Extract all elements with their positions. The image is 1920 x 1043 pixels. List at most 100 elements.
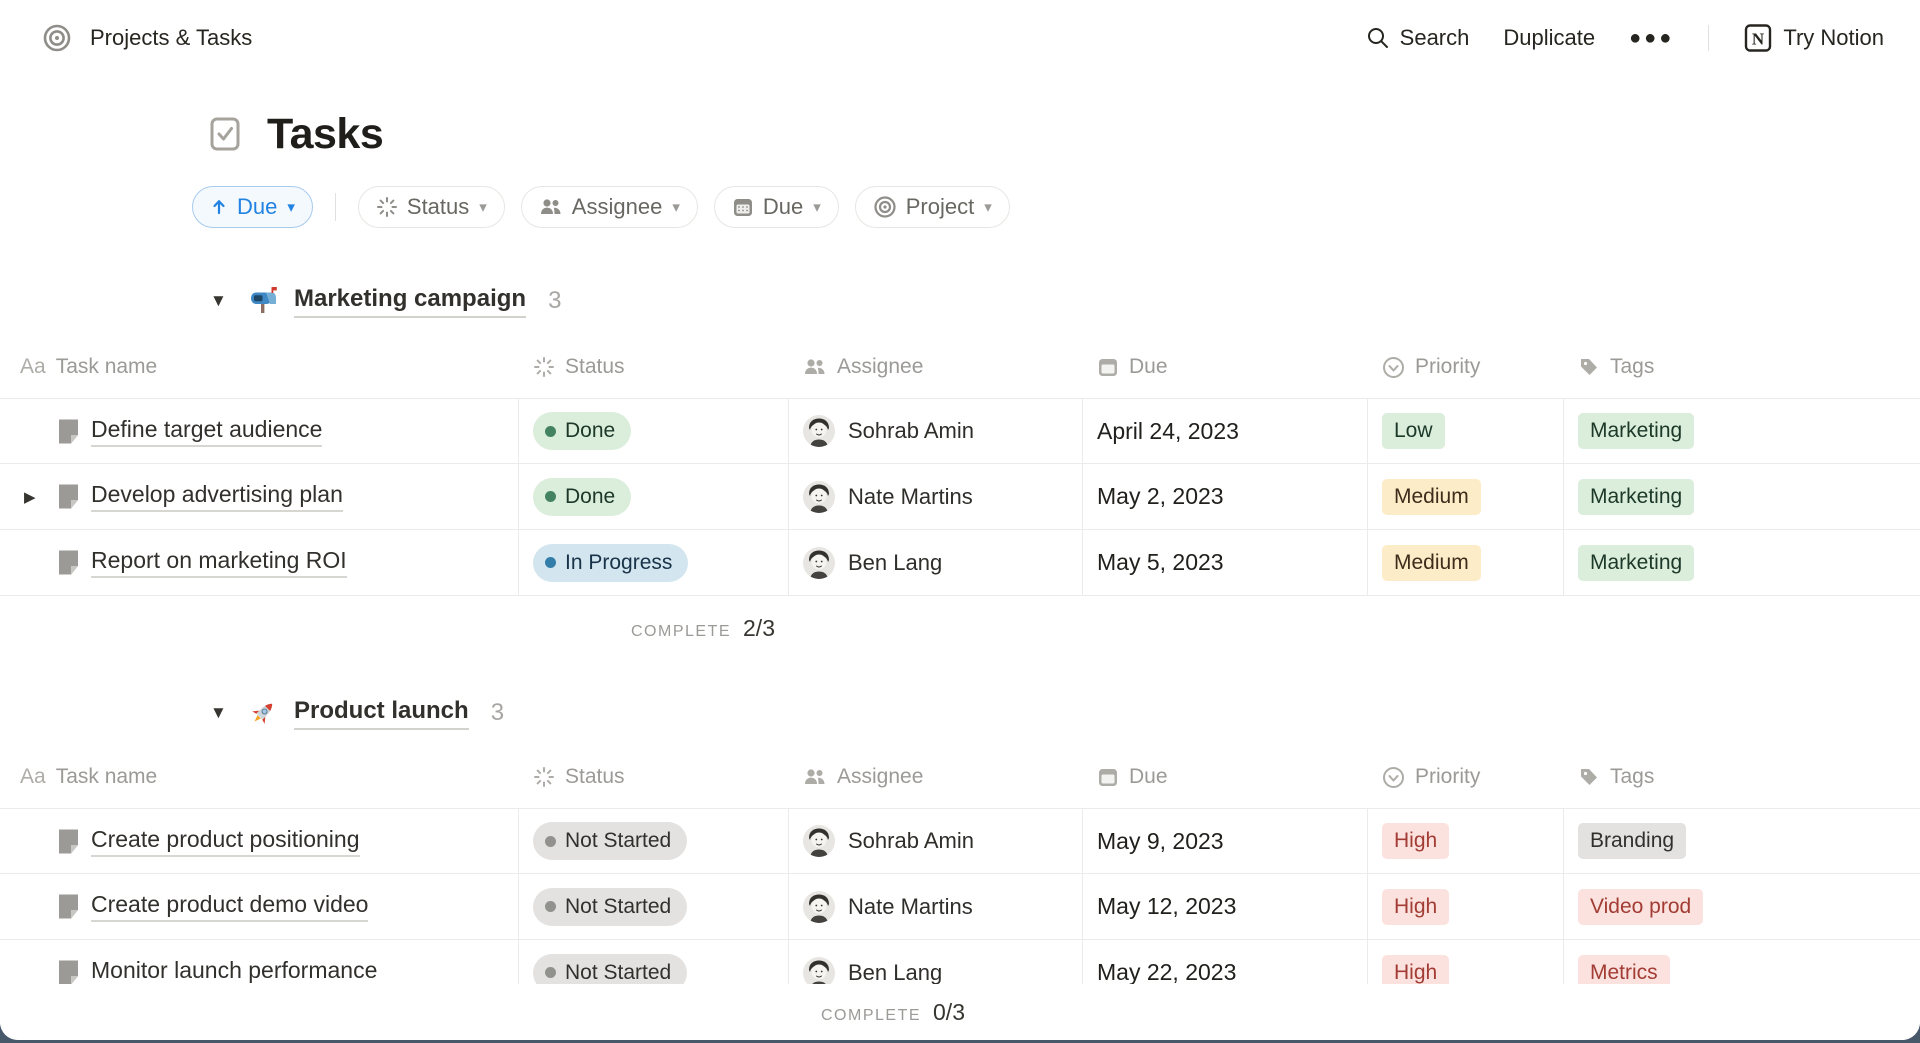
priority-cell[interactable]: High bbox=[1368, 809, 1564, 873]
rocket-emoji-icon bbox=[248, 698, 278, 728]
task-name-cell[interactable]: ▶ Create product demo video bbox=[0, 874, 519, 939]
priority-tag[interactable]: Low bbox=[1382, 413, 1445, 449]
filter-due-button[interactable]: Due ▾ bbox=[714, 186, 839, 228]
priority-cell[interactable]: High bbox=[1368, 874, 1564, 939]
duplicate-button[interactable]: Duplicate bbox=[1503, 25, 1595, 51]
task-name[interactable]: Report on marketing ROI bbox=[91, 547, 347, 578]
column-header-assignee[interactable]: Assignee bbox=[789, 746, 1083, 808]
tag[interactable]: Branding bbox=[1578, 823, 1686, 859]
column-header-status[interactable]: Status bbox=[519, 746, 789, 808]
status-pill[interactable]: Not Started bbox=[533, 888, 687, 926]
page-title[interactable]: Tasks bbox=[267, 110, 383, 159]
status-spinner-icon bbox=[533, 766, 555, 788]
status-cell[interactable]: In Progress bbox=[519, 530, 789, 595]
status-cell[interactable]: Done bbox=[519, 464, 789, 529]
task-name-cell[interactable]: ▶ Create product positioning bbox=[0, 809, 519, 873]
task-name-cell[interactable]: ▶ Report on marketing ROI bbox=[0, 530, 519, 595]
assignee-cell[interactable]: Nate Martins bbox=[789, 874, 1083, 939]
column-header-priority[interactable]: Priority bbox=[1368, 336, 1564, 398]
group-collapse-icon[interactable]: ▼ bbox=[210, 291, 232, 311]
text-aa-icon: Aa bbox=[20, 355, 46, 379]
status-pill[interactable]: Done bbox=[533, 412, 631, 450]
assignee-cell[interactable]: Ben Lang bbox=[789, 530, 1083, 595]
due-cell[interactable]: May 12, 2023 bbox=[1083, 874, 1368, 939]
assignee-cell[interactable]: Nate Martins bbox=[789, 464, 1083, 529]
due-cell[interactable]: May 2, 2023 bbox=[1083, 464, 1368, 529]
tags-cell[interactable]: Video prod bbox=[1564, 874, 1920, 939]
due-cell[interactable]: May 9, 2023 bbox=[1083, 809, 1368, 873]
task-name[interactable]: Create product positioning bbox=[91, 826, 360, 857]
table-row[interactable]: ▶ Define target audience Done bbox=[0, 398, 1920, 464]
task-name-cell[interactable]: ▶ Define target audience bbox=[0, 399, 519, 463]
row-expand-toggle-icon[interactable]: ▶ bbox=[24, 488, 44, 506]
assignee-name: Nate Martins bbox=[848, 484, 973, 510]
status-pill[interactable]: In Progress bbox=[533, 544, 688, 582]
tags-cell[interactable]: Marketing bbox=[1564, 530, 1920, 595]
due-cell[interactable]: April 24, 2023 bbox=[1083, 399, 1368, 463]
tags-cell[interactable]: Marketing bbox=[1564, 399, 1920, 463]
task-name[interactable]: Define target audience bbox=[91, 416, 322, 447]
tag[interactable]: Marketing bbox=[1578, 413, 1694, 449]
group-calc-row: COMPLETE 2/3 bbox=[0, 596, 1920, 660]
due-date: May 2, 2023 bbox=[1097, 483, 1224, 510]
table-row[interactable]: ▶ Report on marketing ROI In Progress bbox=[0, 530, 1920, 596]
tag[interactable]: Video prod bbox=[1578, 889, 1703, 925]
column-header-due[interactable]: Due bbox=[1083, 336, 1368, 398]
priority-cell[interactable]: Medium bbox=[1368, 530, 1564, 595]
column-header-tags[interactable]: Tags bbox=[1564, 746, 1920, 808]
task-name[interactable]: Create product demo video bbox=[91, 891, 368, 922]
priority-tag[interactable]: Medium bbox=[1382, 479, 1481, 515]
status-pill[interactable]: Done bbox=[533, 478, 631, 516]
column-header-status[interactable]: Status bbox=[519, 336, 789, 398]
group-title[interactable]: Marketing campaign bbox=[294, 285, 526, 318]
due-cell[interactable]: May 5, 2023 bbox=[1083, 530, 1368, 595]
column-header-task-name[interactable]: Aa Task name bbox=[0, 746, 519, 808]
due-date: May 5, 2023 bbox=[1097, 549, 1224, 576]
breadcrumb-page-title[interactable]: Projects & Tasks bbox=[90, 25, 252, 51]
due-date: April 24, 2023 bbox=[1097, 418, 1239, 445]
try-notion-button[interactable]: N Try Notion bbox=[1743, 23, 1884, 53]
status-cell[interactable]: Not Started bbox=[519, 809, 789, 873]
tags-cell[interactable]: Branding bbox=[1564, 809, 1920, 873]
page-icon bbox=[56, 828, 81, 855]
filter-status-button[interactable]: Status ▾ bbox=[358, 186, 505, 228]
task-name-cell[interactable]: ▶ Develop advertising plan bbox=[0, 464, 519, 529]
column-header-tags[interactable]: Tags bbox=[1564, 336, 1920, 398]
assignee-cell[interactable]: Sohrab Amin bbox=[789, 809, 1083, 873]
more-options-icon[interactable]: ●●● bbox=[1629, 27, 1674, 50]
top-bar: Projects & Tasks Search Duplicate ●●● bbox=[0, 0, 1920, 76]
priority-tag[interactable]: High bbox=[1382, 889, 1449, 925]
table-row[interactable]: ▶ Develop advertising plan Done bbox=[0, 464, 1920, 530]
table-row[interactable]: ▶ Create product positioning Not Started bbox=[0, 808, 1920, 874]
search-button[interactable]: Search bbox=[1366, 25, 1470, 51]
column-header-priority[interactable]: Priority bbox=[1368, 746, 1564, 808]
group-count: 3 bbox=[491, 699, 504, 727]
status-label: Done bbox=[565, 485, 615, 509]
status-cell[interactable]: Not Started bbox=[519, 874, 789, 939]
filter-assignee-button[interactable]: Assignee ▾ bbox=[521, 186, 698, 228]
priority-cell[interactable]: Medium bbox=[1368, 464, 1564, 529]
status-pill[interactable]: Not Started bbox=[533, 822, 687, 860]
complete-count[interactable]: COMPLETE 0/3 bbox=[821, 999, 979, 1026]
status-cell[interactable]: Done bbox=[519, 399, 789, 463]
task-name[interactable]: Develop advertising plan bbox=[91, 481, 343, 512]
assignee-name: Ben Lang bbox=[848, 960, 942, 986]
tag[interactable]: Marketing bbox=[1578, 545, 1694, 581]
column-header-task-name[interactable]: Aa Task name bbox=[0, 336, 519, 398]
priority-tag[interactable]: High bbox=[1382, 823, 1449, 859]
group-collapse-icon[interactable]: ▼ bbox=[210, 703, 232, 723]
sort-due-button[interactable]: Due ▾ bbox=[192, 186, 313, 228]
priority-tag[interactable]: Medium bbox=[1382, 545, 1481, 581]
filter-project-button[interactable]: Project ▾ bbox=[855, 186, 1010, 228]
assignee-cell[interactable]: Sohrab Amin bbox=[789, 399, 1083, 463]
table-row[interactable]: ▶ Create product demo video Not Started bbox=[0, 874, 1920, 940]
priority-cell[interactable]: Low bbox=[1368, 399, 1564, 463]
avatar bbox=[803, 481, 835, 513]
tag[interactable]: Marketing bbox=[1578, 479, 1694, 515]
tags-cell[interactable]: Marketing bbox=[1564, 464, 1920, 529]
column-header-assignee[interactable]: Assignee bbox=[789, 336, 1083, 398]
complete-count[interactable]: COMPLETE 2/3 bbox=[631, 615, 789, 642]
page-icon bbox=[56, 549, 81, 576]
group-title[interactable]: Product launch bbox=[294, 697, 469, 730]
column-header-due[interactable]: Due bbox=[1083, 746, 1368, 808]
